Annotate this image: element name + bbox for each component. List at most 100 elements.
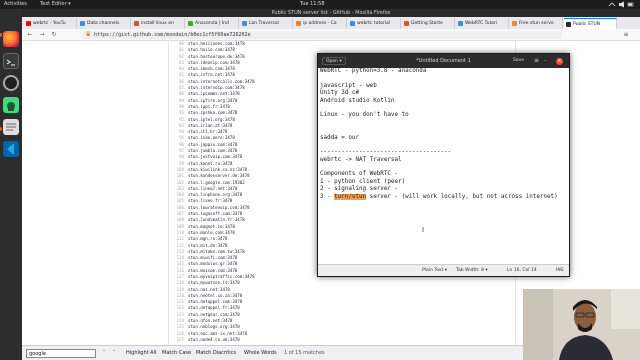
match-diacritics-option[interactable]: Match Diacritics [196, 349, 236, 358]
app-menu[interactable]: Text Editor ▾ [40, 0, 71, 9]
gist-line-text: stun.lowratevoip.com:3478 [188, 204, 250, 210]
editor-line: ------------------------------------- [320, 149, 569, 156]
activities-button[interactable]: Activities [4, 0, 27, 9]
editor-line: Unity 3d c# [320, 90, 569, 97]
gist-line-text: stun.magnet.ie:3478 [188, 223, 235, 229]
obs-icon[interactable] [3, 75, 19, 91]
editor-line-text: Linux - you don't have to [320, 112, 409, 119]
gist-line-text: stun.ivao.aero:3478 [188, 135, 235, 141]
language-selector[interactable]: Plain Text ▾ [422, 265, 447, 277]
gist-line-text: stun.netgear.com:3478 [188, 311, 240, 317]
firefox-icon[interactable] [3, 31, 19, 47]
terminal-icon[interactable] [3, 53, 19, 69]
editor-line: javascript - web [320, 83, 569, 90]
gist-line-text: stun.iptel.org:3478 [188, 116, 235, 122]
find-input[interactable]: google [26, 349, 96, 358]
gist-line-text: stun.manle.com:3478 [188, 229, 235, 235]
gist-line-text: stun.netappel.com:3478 [188, 299, 243, 305]
clock[interactable]: Tue 11:58 [300, 0, 325, 9]
gist-line-text: stun.kanet.ru:3478 [188, 160, 233, 166]
find-result-count: 1 of 15 matches [284, 350, 325, 356]
url-bar[interactable]: 🔒 https://gist.github.com/mondain/b0ec1c… [82, 31, 562, 39]
editor-line-text: 2 - signaling server - [320, 186, 399, 193]
browser-tab[interactable]: Anaconda | Ind [186, 18, 239, 29]
android-studio-icon[interactable] [3, 97, 19, 113]
editor-line: webrtc -> NAT Traversal [320, 157, 569, 164]
editor-line: Linux - you don't have to [320, 112, 569, 119]
minimize-icon[interactable]: – [544, 54, 547, 68]
tab-favicon [26, 21, 31, 26]
gist-line-text: stun.heiiinenv.com:3478 [188, 41, 245, 46]
gist-line-text: stun.lundimatin.fr:3478 [188, 217, 245, 223]
editor-line-text: WebRTC - python=3.8 - anaconda [320, 68, 427, 74]
editor-line: Components of WebRTC - [320, 171, 569, 178]
gist-line-text: stun.linphone.org:3478 [188, 192, 243, 198]
gist-line-text: stun.mozcom.com:3478 [188, 267, 238, 273]
hamburger-icon[interactable]: ≡ [534, 54, 539, 68]
browser-tab[interactable]: install linux on [132, 18, 185, 29]
browser-tab-active[interactable]: Public STUN [564, 18, 617, 29]
editor-statusbar: Plain Text ▾ Tab Width: 8 ▾ Ln 16, Col 1… [318, 264, 569, 276]
browser-tab[interactable]: Lan Traversal [240, 18, 293, 29]
editor-line: 3 - turn/stun server - (will work locall… [320, 193, 569, 201]
browser-tab[interactable]: webrtc - YouTu [24, 18, 77, 29]
forward-arrow-icon: → [39, 31, 45, 38]
tab-favicon [242, 21, 247, 26]
tab-favicon [512, 21, 517, 26]
highlight-all-option[interactable]: Highlight All [126, 349, 156, 358]
gist-line-text: stun.l.google.com:19302 [188, 179, 245, 185]
editor-text-area[interactable]: WebRTC - python=3.8 - anaconda javascript… [318, 68, 569, 268]
editor-line: 1 - python client (peer) [320, 179, 569, 186]
browser-tab[interactable]: Data channels [78, 18, 131, 29]
tab-favicon [296, 21, 301, 26]
browser-tab[interactable]: ip address - Ca [294, 18, 347, 29]
firefox-window-title: Public STUN server list - GitHub - Mozil… [22, 9, 640, 17]
find-prev-button[interactable]: ˄ [100, 349, 108, 358]
tab-favicon [134, 21, 139, 26]
ubuntu-dock [0, 9, 22, 360]
running-indicator [0, 127, 2, 131]
menu-button[interactable]: ≡ [622, 31, 630, 39]
gist-line-text: stun.internetcalls.com:3478 [188, 78, 255, 84]
back-button[interactable]: ← [26, 31, 34, 39]
gist-line-text: stun.nas.net:3478 [188, 286, 230, 292]
browser-tab[interactable]: Free stun serve [510, 18, 563, 29]
vscode-icon[interactable] [3, 141, 19, 157]
forward-button[interactable]: → [38, 31, 46, 39]
gist-line-text: stun.jappix.com:3478 [188, 141, 238, 147]
tab-width-selector[interactable]: Tab Width: 8 ▾ [456, 265, 488, 277]
gist-line-text: stun.lugosoft.com:3478 [188, 211, 243, 217]
gist-line-text: stun.irian.at:3478 [188, 122, 233, 128]
line-number[interactable]: 127 [172, 337, 184, 343]
chevron-down-icon: ˅ [112, 350, 116, 356]
browser-tab[interactable]: WebRTC Tutori [456, 18, 509, 29]
whole-words-option[interactable]: Whole Words [244, 349, 277, 358]
browser-tab[interactable]: webrtc tutorial [348, 18, 401, 29]
reload-button[interactable]: ↻ [50, 31, 58, 39]
tab-favicon [188, 21, 193, 26]
gist-line-text: stun.miwifi.com:3478 [188, 255, 238, 261]
text-editor-window: Open ▾ *Untitled Document 1 Save ≡ – × W… [317, 53, 570, 277]
editor-line-text: webrtc -> NAT Traversal [320, 156, 402, 163]
cursor-position: Ln 16, Col 14 [507, 268, 537, 273]
text-editor-icon[interactable] [3, 119, 19, 135]
match-case-option[interactable]: Match Case [162, 349, 191, 358]
chevron-up-icon: ˄ [102, 350, 106, 356]
find-next-button[interactable]: ˅ [110, 349, 118, 358]
editor-line-text: javascript - web [320, 82, 377, 89]
browser-tab[interactable]: Getting Starte [402, 18, 455, 29]
close-icon[interactable]: × [556, 58, 563, 65]
navigation-toolbar: ← → ↻ 🔒 https://gist.github.com/mondain/… [22, 29, 640, 41]
save-button[interactable]: Save [513, 57, 524, 65]
gist-line-text: stun.ippi.fr:3478 [188, 103, 230, 109]
gist-line-text: stun.nfon.net:3478 [188, 318, 233, 324]
back-arrow-icon: ← [27, 31, 33, 38]
editor-line-text: Unity 3d c# [320, 90, 360, 97]
gist-line-text: stun.justvoip.com:3478 [188, 154, 243, 160]
gist-line-text: stun.ipshka.com:3478 [188, 110, 238, 116]
